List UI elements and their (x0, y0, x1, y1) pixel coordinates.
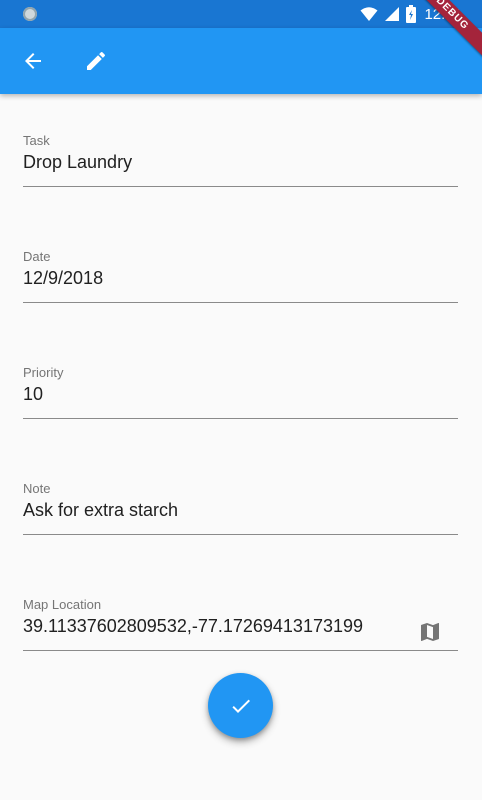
priority-label: Priority (23, 365, 64, 380)
note-label: Note (23, 481, 51, 496)
save-fab-button[interactable] (208, 673, 273, 738)
signal-icon (385, 7, 400, 21)
map-location-value[interactable]: 39.11337602809532,-77.17269413173199 (23, 616, 363, 637)
task-value[interactable]: Drop Laundry (23, 152, 132, 173)
arrow-back-icon (25, 53, 41, 69)
pencil-icon (87, 51, 106, 70)
task-form: Task Drop Laundry Date 12/9/2018 Priorit… (23, 94, 458, 674)
edit-button[interactable] (72, 37, 120, 85)
battery-icon (406, 5, 417, 23)
map-location-label: Map Location (23, 597, 102, 612)
date-field[interactable]: Date 12/9/2018 (23, 210, 458, 303)
notification-icon (23, 7, 37, 21)
task-field[interactable]: Task Drop Laundry (23, 94, 458, 187)
wifi-icon (360, 7, 378, 21)
note-value[interactable]: Ask for extra starch (23, 500, 178, 521)
check-icon (231, 699, 250, 713)
date-label: Date (23, 249, 51, 264)
back-button[interactable] (9, 37, 57, 85)
status-bar: 12:41 (0, 0, 482, 28)
date-value[interactable]: 12/9/2018 (23, 268, 103, 289)
priority-value[interactable]: 10 (23, 384, 43, 405)
task-label: Task (23, 133, 50, 148)
priority-field[interactable]: Priority 10 (23, 326, 458, 419)
app-bar (0, 28, 482, 94)
note-field[interactable]: Note Ask for extra starch (23, 442, 458, 535)
map-icon[interactable] (418, 620, 442, 644)
map-location-field[interactable]: Map Location 39.11337602809532,-77.17269… (23, 558, 458, 651)
